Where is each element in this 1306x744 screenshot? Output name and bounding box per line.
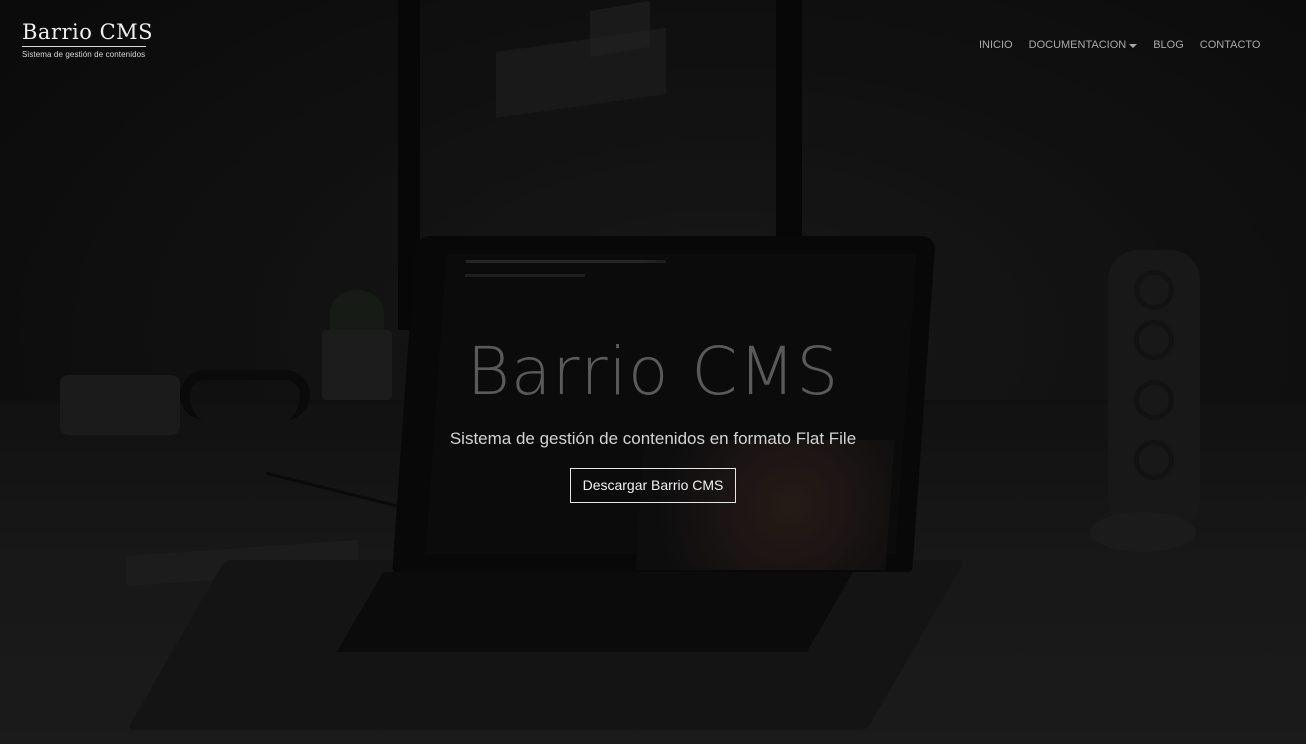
- nav-item-blog[interactable]: BLOG: [1153, 38, 1184, 52]
- hero-content: Barrio CMS Sistema de gestión de conteni…: [0, 332, 1306, 503]
- nav-item-documentacion[interactable]: DOCUMENTACION: [1029, 38, 1138, 52]
- caret-down-icon: [1129, 43, 1138, 48]
- nav-menu: INICIO DOCUMENTACION BLOG CONTACTO: [979, 38, 1277, 52]
- hero-title: Barrio CMS: [466, 333, 840, 410]
- brand-underline: [22, 46, 146, 47]
- nav-item-contacto[interactable]: CONTACTO: [1200, 38, 1261, 52]
- nav-item-label: DOCUMENTACION: [1028, 39, 1127, 51]
- hero-subtitle: Sistema de gestión de contenidos en form…: [449, 429, 857, 448]
- nav-item-inicio[interactable]: INICIO: [979, 38, 1013, 52]
- brand-title: Barrio CMS: [22, 20, 154, 44]
- brand-subtitle: Sistema de gestión de contenidos: [22, 50, 146, 59]
- brand-logo-link[interactable]: Barrio CMS Sistema de gestión de conteni…: [22, 20, 153, 60]
- download-button[interactable]: Descargar Barrio CMS: [569, 468, 737, 503]
- nav-item-label: INICIO: [979, 39, 1013, 51]
- nav-item-label: BLOG: [1153, 39, 1184, 51]
- hero-section: Barrio CMS Sistema de gestión de conteni…: [0, 0, 1306, 744]
- nav-item-label: CONTACTO: [1199, 39, 1261, 51]
- navbar: Barrio CMS Sistema de gestión de conteni…: [0, 0, 1306, 80]
